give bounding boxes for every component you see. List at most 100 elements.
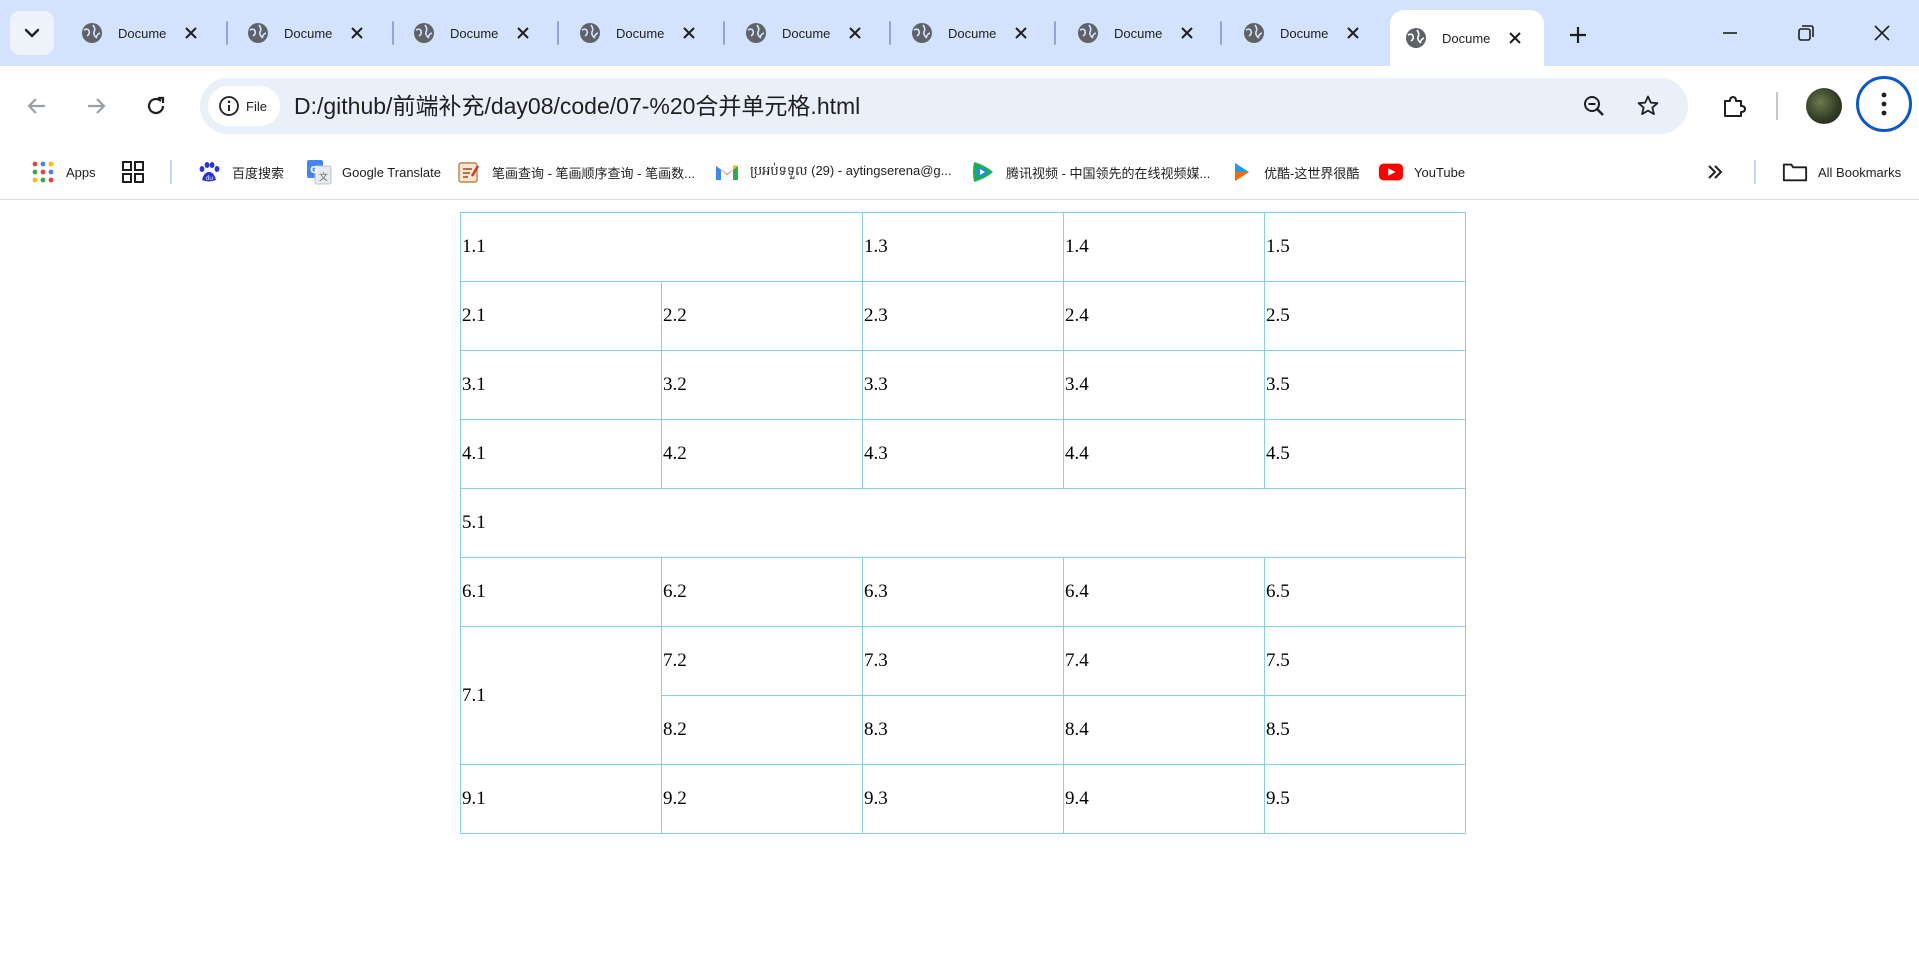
tab-separator (226, 21, 228, 45)
bookmark-label: ប្រអប់ទទួល (29) - aytingserena@g... (750, 162, 952, 178)
bookmark-tencent-video[interactable]: 腾讯视频 - 中国领先的在线视频媒... (970, 154, 1210, 190)
table-cell: 6.5 (1264, 557, 1466, 627)
table-cell: 4.5 (1264, 419, 1466, 489)
table-cell: 1.4 (1063, 212, 1265, 282)
bookmark-youtube[interactable]: YouTube (1378, 154, 1465, 190)
table-cell: 8.3 (862, 695, 1064, 765)
globe-icon (910, 21, 934, 45)
table-row: 6.1 6.2 6.3 6.4 6.5 (460, 557, 1466, 627)
all-bookmarks-button[interactable]: All Bookmarks (1782, 154, 1901, 190)
forward-button[interactable] (76, 86, 116, 126)
zoom-button[interactable] (1574, 86, 1614, 126)
tab-separator (392, 21, 394, 45)
bookmark-label: YouTube (1414, 164, 1466, 180)
bookmark-label: Apps (66, 164, 96, 180)
table-cell: 1.3 (862, 212, 1064, 282)
close-icon[interactable] (844, 22, 866, 44)
table-cell: 3.4 (1063, 350, 1265, 420)
table-cell: 6.4 (1063, 557, 1265, 627)
bookmark-separator (1754, 160, 1756, 184)
site-info-chip[interactable]: File (208, 86, 280, 126)
tab-separator (1054, 21, 1056, 45)
restore-button[interactable] (1776, 10, 1836, 56)
table-cell: 1.1 (460, 212, 863, 282)
tab-separator (1220, 21, 1222, 45)
close-icon[interactable] (1176, 22, 1198, 44)
close-icon[interactable] (1010, 22, 1032, 44)
tab-6[interactable]: Document (1062, 10, 1216, 56)
bookmark-apps[interactable]: Apps (30, 154, 96, 190)
table-cell: 2.3 (862, 281, 1064, 351)
tab-5[interactable]: Document (896, 10, 1050, 56)
close-icon (1874, 25, 1890, 41)
gmail-icon (714, 159, 740, 185)
close-icon[interactable] (1342, 22, 1364, 44)
close-window-button[interactable] (1852, 10, 1912, 56)
tab-4[interactable]: Document (730, 10, 884, 56)
new-tab-button[interactable] (1560, 17, 1596, 53)
table-row: 4.1 4.2 4.3 4.4 4.5 (460, 419, 1466, 489)
bookmark-baidu[interactable]: du 百度搜索 (196, 154, 284, 190)
browser-toolbar: File D:/github/前端补充/day08/code/07-%20合并单… (0, 66, 1919, 144)
bookmark-youku[interactable]: 优酷-这世界很酷 (1228, 154, 1359, 190)
table-cell: 8.5 (1264, 695, 1466, 765)
globe-icon (744, 21, 768, 45)
browser-menu-button[interactable] (1856, 76, 1912, 132)
table-cell: 9.2 (661, 764, 863, 834)
tab-title: Document (1114, 25, 1162, 41)
bookmark-label: 笔画查询 - 笔画顺序查询 - 笔画数... (492, 165, 695, 181)
globe-icon (1404, 26, 1428, 50)
arrow-right-icon (88, 98, 106, 114)
bookmark-stroke-query[interactable]: 笔画查询 - 笔画顺序查询 - 笔画数... (456, 154, 695, 190)
table-cell: 6.1 (460, 557, 662, 627)
bookmark-label: 腾讯视频 - 中国领先的在线视频媒... (1006, 165, 1211, 181)
address-bar[interactable]: File D:/github/前端补充/day08/code/07-%20合并单… (200, 78, 1688, 134)
close-icon[interactable] (512, 22, 534, 44)
table-cell: 7.3 (862, 626, 1064, 696)
tab-0[interactable]: Document (66, 10, 220, 56)
bookmark-star-button[interactable] (1628, 86, 1668, 126)
tab-title: Document (782, 25, 830, 41)
tab-8-active[interactable]: Document (1390, 10, 1544, 66)
bookmark-tab-groups[interactable] (120, 154, 156, 190)
bookmark-label: 优酷-这世界很酷 (1264, 165, 1360, 181)
table-row: 3.1 3.2 3.3 3.4 3.5 (460, 350, 1466, 420)
tencent-video-icon (970, 159, 996, 185)
globe-icon (246, 21, 270, 45)
extensions-button[interactable] (1714, 86, 1754, 126)
table-cell: 9.5 (1264, 764, 1466, 834)
tab-separator (889, 21, 891, 45)
close-icon[interactable] (678, 22, 700, 44)
youtube-icon (1378, 159, 1404, 185)
close-icon[interactable] (346, 22, 368, 44)
svg-text:du: du (206, 175, 214, 182)
tab-search-button[interactable] (10, 11, 54, 55)
table-cell: 9.4 (1063, 764, 1265, 834)
table-cell: 1.5 (1264, 212, 1466, 282)
bookmark-google-translate[interactable]: G文 Google Translate (306, 154, 441, 190)
table-cell: 3.3 (862, 350, 1064, 420)
site-chip-label: File (246, 98, 267, 114)
table-row: 9.1 9.2 9.3 9.4 9.5 (460, 764, 1466, 834)
url-text[interactable]: D:/github/前端补充/day08/code/07-%20合并单元格.ht… (294, 78, 860, 134)
bookmarks-overflow-button[interactable] (1702, 154, 1738, 190)
back-button[interactable] (17, 86, 57, 126)
double-chevron-right-icon (1702, 159, 1728, 185)
tab-title: Document (616, 25, 664, 41)
profile-avatar[interactable] (1806, 88, 1842, 124)
tab-7[interactable]: Document (1228, 10, 1382, 56)
table-cell: 4.2 (661, 419, 863, 489)
tab-1[interactable]: Document (232, 10, 386, 56)
close-icon[interactable] (180, 22, 202, 44)
table-row: 7.1 7.2 7.3 7.4 7.5 (460, 626, 1466, 765)
minimize-button[interactable] (1700, 10, 1760, 56)
close-icon[interactable] (1504, 27, 1526, 49)
tab-3[interactable]: Document (564, 10, 718, 56)
table-cell: 2.1 (460, 281, 662, 351)
bookmark-gmail[interactable]: ប្រអប់ទទួល (29) - aytingserena@g... (714, 154, 952, 190)
tab-title: Document (1442, 30, 1490, 46)
table-cell: 8.4 (1063, 695, 1265, 765)
table-cell: 7.5 (1264, 626, 1466, 696)
reload-button[interactable] (136, 86, 176, 126)
tab-2[interactable]: Document (398, 10, 552, 56)
